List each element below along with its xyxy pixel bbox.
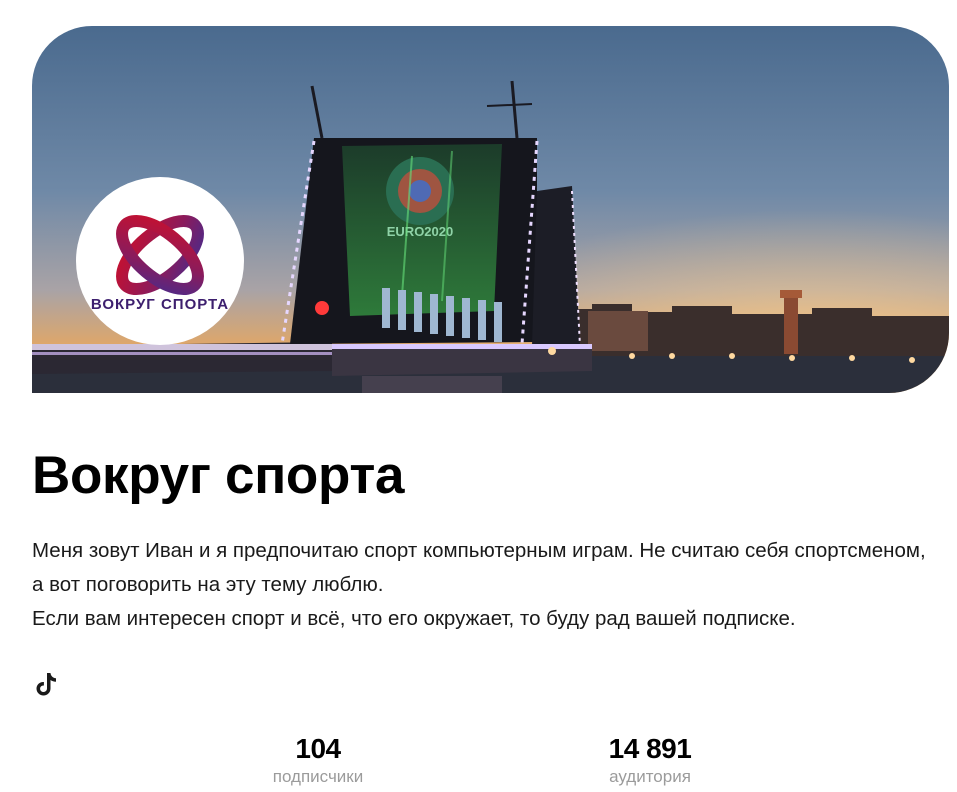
channel-description: Меня зовут Иван и я предпочитаю спорт ко… bbox=[32, 534, 942, 636]
channel-avatar[interactable]: ВОКРУГ СПОРТА bbox=[76, 177, 244, 345]
subscribers-label: подписчики bbox=[272, 767, 364, 786]
logo-text: ВОКРУГ СПОРТА bbox=[91, 296, 229, 313]
tiktok-link[interactable] bbox=[33, 670, 59, 698]
description-paragraph-2: Если вам интересен спорт и всё, что его … bbox=[32, 607, 796, 630]
cover-banner-text: EURO2020 bbox=[387, 224, 453, 239]
subscribers-count: 104 bbox=[295, 733, 341, 764]
channel-page: EURO2020 ВОКРУГ СПОРТА Вокруг спорта Мен… bbox=[0, 0, 957, 792]
audience-label: аудитория bbox=[609, 767, 691, 786]
tiktok-icon bbox=[36, 673, 56, 696]
channel-title: Вокруг спорта bbox=[32, 446, 405, 505]
audience-count: 14 891 bbox=[608, 733, 692, 764]
description-paragraph-1: Меня зовут Иван и я предпочитаю спорт ко… bbox=[32, 539, 926, 596]
subscribers-stat[interactable]: 104 подписчики bbox=[218, 731, 418, 787]
channel-logo: ВОКРУГ СПОРТА bbox=[91, 214, 229, 313]
audience-stat: 14 891 аудитория bbox=[550, 731, 750, 787]
